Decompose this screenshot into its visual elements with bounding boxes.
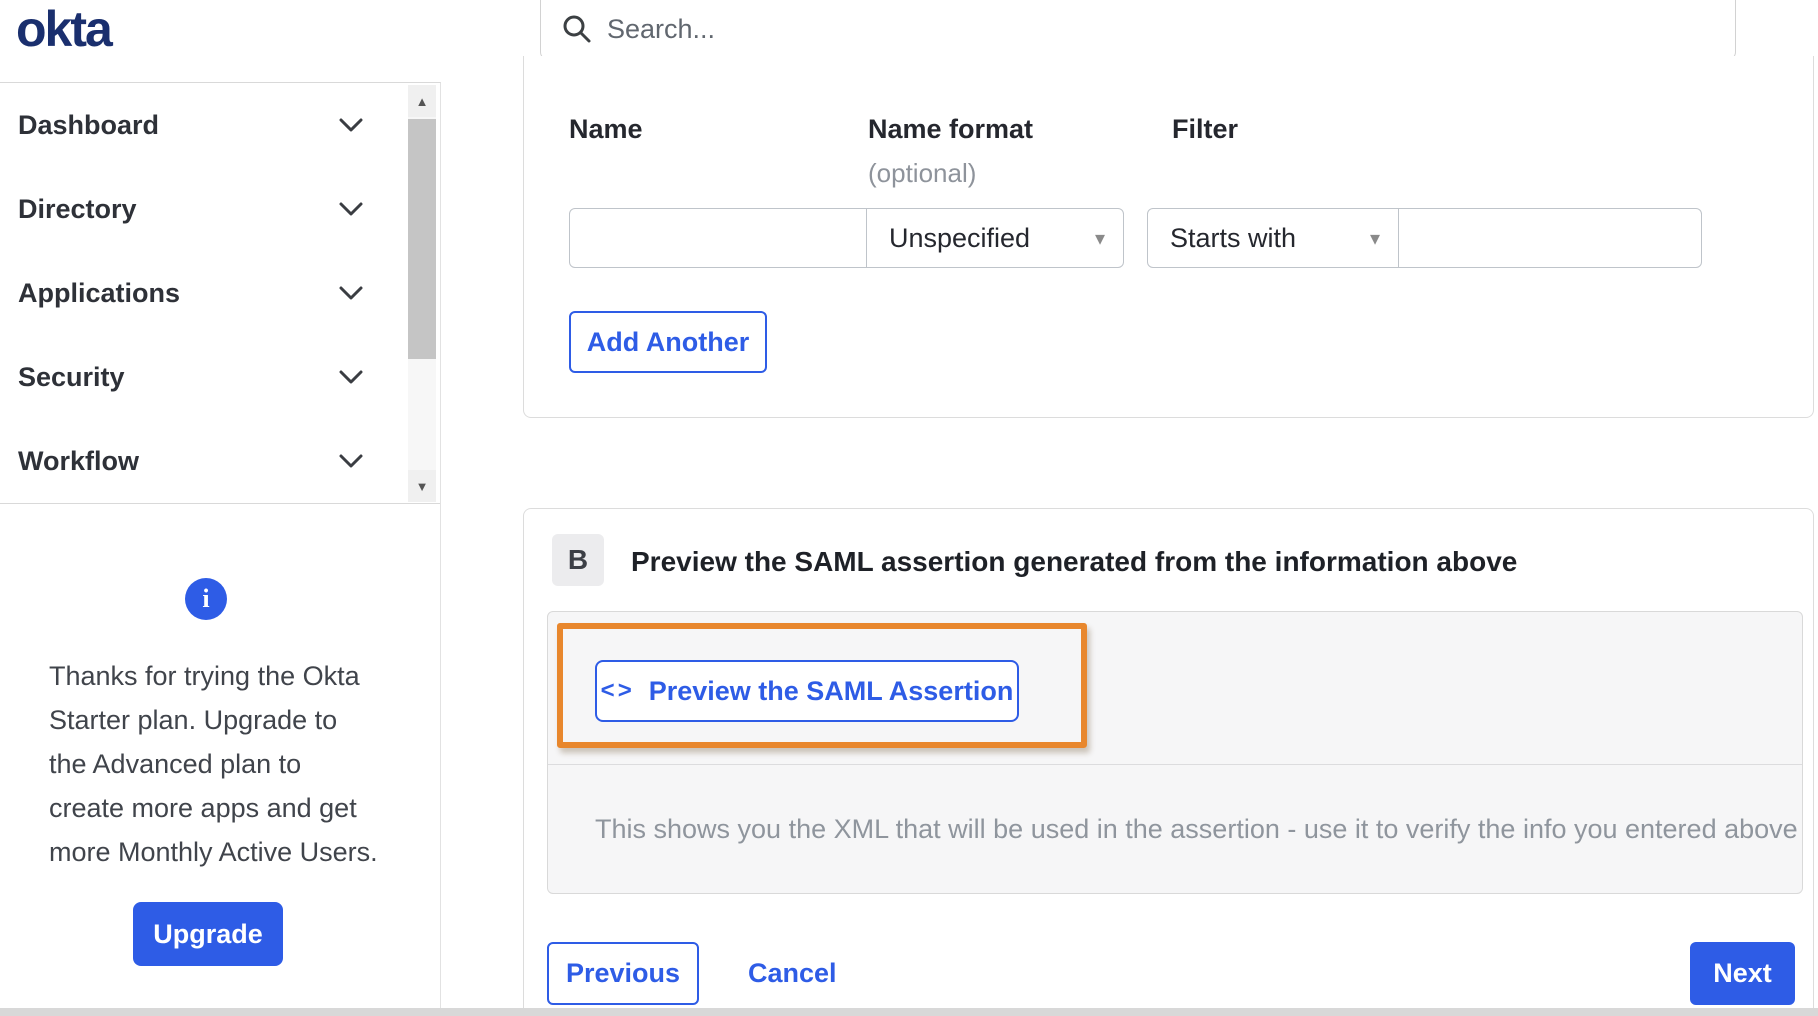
filter-value-input[interactable] bbox=[1398, 208, 1702, 268]
name-format-selected-value: Unspecified bbox=[889, 222, 1031, 253]
preview-saml-assertion-button[interactable]: <> Preview the SAML Assertion bbox=[595, 660, 1019, 722]
sidebar-item-label: Dashboard bbox=[18, 109, 160, 140]
attribute-name-input[interactable] bbox=[569, 208, 867, 268]
scroll-down-icon[interactable]: ▼ bbox=[408, 470, 436, 502]
preview-section-heading: Preview the SAML assertion generated fro… bbox=[631, 546, 1518, 577]
chevron-down-icon bbox=[338, 285, 364, 301]
global-search[interactable] bbox=[540, 0, 1736, 60]
name-column-label: Name bbox=[569, 114, 643, 144]
okta-logo: okta bbox=[16, 1, 113, 57]
sidebar-item-workflow[interactable]: Workflow bbox=[0, 419, 440, 503]
sidebar: Dashboard Directory Applications Securit… bbox=[0, 82, 441, 1016]
sidebar-item-label: Applications bbox=[18, 277, 181, 308]
name-format-column-label: Name format bbox=[868, 114, 1034, 144]
sidebar-nav: Dashboard Directory Applications Securit… bbox=[0, 83, 440, 504]
info-icon: i bbox=[185, 578, 227, 620]
chevron-down-icon bbox=[338, 201, 364, 217]
sidebar-item-label: Security bbox=[18, 361, 125, 392]
dropdown-arrow-icon: ▾ bbox=[1094, 227, 1105, 250]
chevron-down-icon bbox=[338, 369, 364, 385]
chevron-down-icon bbox=[338, 453, 364, 469]
preview-saml-card: B Preview the SAML assertion generated f… bbox=[523, 508, 1814, 1016]
upgrade-button[interactable]: Upgrade bbox=[133, 902, 283, 966]
chevron-down-icon bbox=[338, 117, 364, 133]
add-another-button[interactable]: Add Another bbox=[569, 311, 767, 373]
upgrade-message: Thanks for trying the Okta Starter plan.… bbox=[49, 661, 378, 867]
sidebar-item-dashboard[interactable]: Dashboard bbox=[0, 83, 440, 167]
filter-type-select[interactable]: Starts with ▾ bbox=[1147, 208, 1399, 268]
previous-button[interactable]: Previous bbox=[547, 942, 699, 1005]
okta-admin-console: okta Dashboard Directory Applica bbox=[0, 0, 1818, 1016]
filter-type-selected-value: Starts with bbox=[1170, 222, 1297, 253]
sidebar-item-security[interactable]: Security bbox=[0, 335, 440, 419]
search-icon bbox=[563, 15, 591, 43]
sidebar-item-label: Directory bbox=[18, 193, 137, 224]
upgrade-panel: i Thanks for trying the Okta Starter pla… bbox=[0, 504, 440, 966]
cancel-link[interactable]: Cancel bbox=[748, 942, 837, 1005]
preview-description: This shows you the XML that will be used… bbox=[595, 814, 1798, 844]
preview-panel: <> Preview the SAML Assertion This shows… bbox=[547, 611, 1803, 894]
sidebar-item-applications[interactable]: Applications bbox=[0, 251, 440, 335]
sidebar-item-label: Workflow bbox=[18, 445, 139, 476]
step-b-badge: B bbox=[552, 534, 604, 586]
name-format-optional-label: (optional) bbox=[868, 158, 977, 188]
dropdown-arrow-icon: ▾ bbox=[1369, 227, 1380, 250]
scrollbar-thumb[interactable] bbox=[408, 119, 436, 359]
next-button[interactable]: Next bbox=[1690, 942, 1795, 1005]
bottom-edge-strip bbox=[0, 1008, 1818, 1016]
sidebar-scrollbar[interactable]: ▲ ▼ bbox=[408, 85, 436, 502]
attribute-statements-card: Name Name format (optional) Filter Unspe… bbox=[523, 56, 1814, 418]
filter-column-label: Filter bbox=[1172, 114, 1239, 144]
panel-divider bbox=[548, 764, 1802, 765]
search-input[interactable] bbox=[607, 13, 1507, 45]
code-icon: <> bbox=[600, 677, 635, 704]
scroll-up-icon[interactable]: ▲ bbox=[408, 85, 436, 117]
preview-button-label: Preview the SAML Assertion bbox=[648, 675, 1014, 706]
name-format-select[interactable]: Unspecified ▾ bbox=[866, 208, 1124, 268]
sidebar-item-directory[interactable]: Directory bbox=[0, 167, 440, 251]
